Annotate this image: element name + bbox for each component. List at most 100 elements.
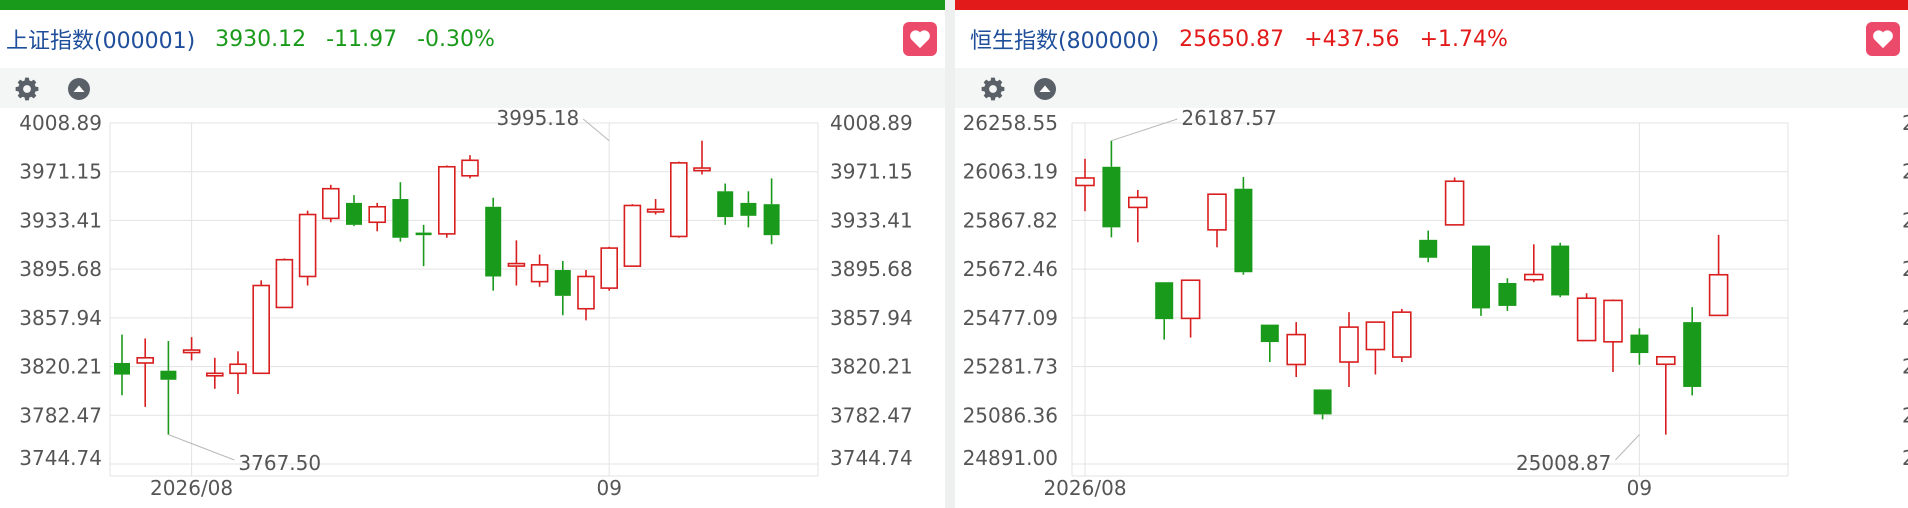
y-tick-label-left: 25086.36: [963, 403, 1058, 427]
index-name[interactable]: 上证指数(000001): [6, 23, 195, 55]
candle: [275, 258, 294, 309]
candle: [1444, 177, 1465, 226]
y-tick-label-right: 3933.41: [830, 208, 913, 232]
candle: [252, 280, 270, 375]
index-change: +437.56: [1304, 26, 1400, 52]
y-tick-label-left: 3933.41: [19, 208, 102, 232]
candlestick-chart[interactable]: 26258.55 26258.55 26063.19 26063.19 25867.82…: [955, 108, 1908, 508]
candle: [136, 338, 154, 407]
candle-body: [1313, 389, 1332, 415]
chart-toolbar: [0, 68, 945, 108]
candle-body: [415, 232, 432, 236]
candle-body: [206, 372, 224, 377]
candle-body: [577, 275, 595, 310]
settings-button[interactable]: [13, 75, 41, 103]
candle-body: [252, 284, 270, 375]
y-tick-label-left: 26063.19: [963, 160, 1058, 184]
candle: [160, 341, 177, 435]
candle: [530, 254, 549, 287]
y-tick-label-right: 3895.68: [830, 257, 913, 281]
y-tick-label-left: 3782.47: [19, 403, 102, 427]
candle: [1576, 293, 1597, 342]
heart-icon: [910, 30, 930, 49]
index-change: -11.97: [326, 26, 398, 52]
y-tick-label-left: 26258.55: [963, 111, 1058, 135]
y-tick-label-left: 3895.68: [19, 257, 102, 281]
candle-body: [623, 204, 642, 267]
candle-body: [693, 167, 711, 172]
candle-body: [1551, 245, 1570, 296]
candle-body: [1391, 311, 1412, 358]
x-tick-label: 2026/08: [1043, 476, 1126, 500]
candle: [229, 351, 247, 394]
y-tick-label-right: 3820.21: [830, 355, 913, 379]
candle-body: [530, 264, 549, 283]
candle: [740, 191, 757, 228]
candle: [1419, 230, 1438, 263]
y-tick-label-right: 3744.74: [830, 446, 913, 470]
candle: [415, 224, 432, 267]
y-tick-label-left: 3820.21: [19, 355, 102, 379]
candle-body: [1419, 239, 1438, 258]
candle-body: [392, 199, 409, 238]
candle: [1260, 324, 1279, 363]
favorite-button[interactable]: [903, 22, 937, 56]
candle: [669, 161, 688, 238]
y-tick-label-left: 25867.82: [963, 208, 1058, 232]
high-annotation: 26187.57: [1181, 108, 1276, 130]
accent-bar: [0, 0, 945, 10]
collapse-up-icon: [1034, 78, 1056, 100]
index-price: 25650.87: [1179, 26, 1285, 52]
settings-button[interactable]: [979, 75, 1007, 103]
candle: [298, 210, 317, 286]
candle-body: [485, 206, 502, 277]
y-tick-label-left: 3857.94: [19, 306, 102, 330]
candle-body: [1630, 334, 1649, 354]
favorite-button[interactable]: [1866, 22, 1900, 56]
y-tick-label-right: 26063.19: [1902, 160, 1908, 184]
candle-body: [669, 162, 688, 238]
index-name[interactable]: 恒生指数(800000): [970, 23, 1159, 55]
candle: [206, 357, 224, 389]
candle-body: [1260, 324, 1279, 343]
candlestick-chart[interactable]: 4008.89 4008.89 3971.15 3971.15 3933.41 3933.…: [0, 108, 945, 508]
candle-body: [600, 247, 619, 289]
candle: [114, 334, 130, 396]
candle-body: [763, 204, 780, 236]
y-tick-label-right: 3857.94: [830, 306, 913, 330]
candle-body: [1339, 326, 1359, 363]
y-tick-label-left: 25477.09: [963, 306, 1058, 330]
candle: [1498, 278, 1517, 311]
candle-body: [1655, 355, 1676, 366]
candle-body: [1286, 333, 1307, 366]
candle-body: [461, 159, 479, 177]
candle: [182, 337, 201, 361]
accent-bar: [955, 0, 1908, 10]
collapse-button[interactable]: [65, 75, 93, 103]
collapse-button[interactable]: [1031, 75, 1059, 103]
index-price: 3930.12: [215, 26, 307, 52]
candle-body: [1683, 322, 1702, 387]
candle-body: [368, 205, 387, 224]
heart-icon: [1873, 30, 1893, 49]
panel-shanghai: 上证指数(000001) 3930.12 -11.97 -0.30% 4008.…: [0, 0, 945, 508]
y-tick-label-left: 3744.74: [19, 446, 102, 470]
candle: [1655, 355, 1676, 435]
candle: [693, 140, 711, 175]
y-tick-label-left: 3971.15: [19, 160, 102, 184]
candle: [392, 182, 409, 242]
candle: [1630, 328, 1649, 365]
candle-body: [229, 363, 247, 375]
candle-body: [1234, 188, 1253, 273]
candle-body: [275, 258, 294, 309]
candle-body: [554, 270, 571, 296]
candle-body: [346, 202, 362, 225]
candle-body: [182, 349, 201, 354]
candle: [1286, 322, 1307, 377]
y-tick-label-right: 26258.55: [1902, 111, 1908, 135]
annotation-leader: [582, 118, 610, 142]
candle-body: [1498, 282, 1517, 306]
y-tick-label-right: 4008.89: [830, 111, 913, 135]
candle: [1128, 189, 1148, 243]
annotation-leader: [168, 434, 235, 461]
